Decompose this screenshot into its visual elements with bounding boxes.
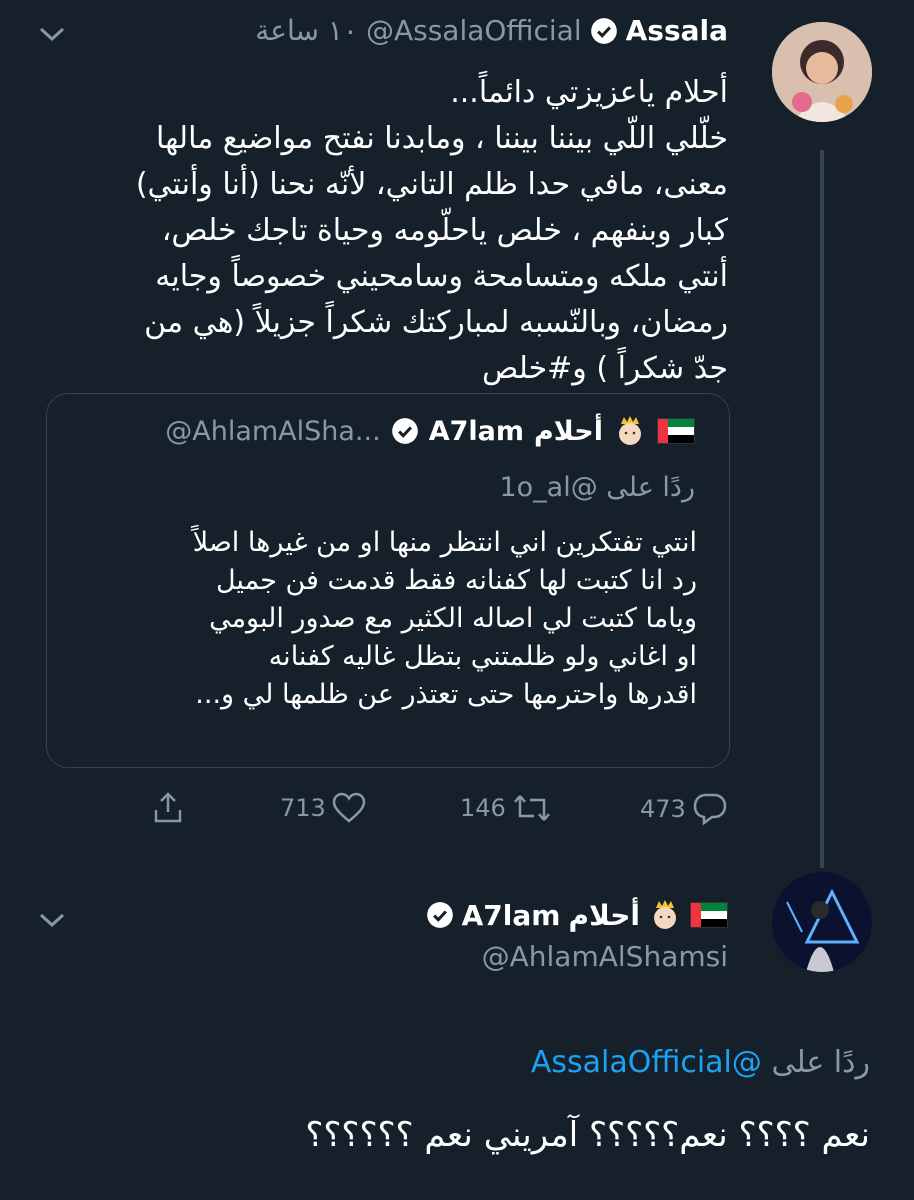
quote-text: انتي تفتكرين اني انتظر منها او من غيرها …	[192, 527, 697, 710]
retweet-count: 146	[460, 794, 506, 822]
reply-prefix: ردًا على	[606, 472, 695, 503]
tweet2-handle[interactable]: @AhlamAlShamsi	[482, 940, 728, 973]
tweet2-reply-context: ردًا على @AssalaOfficial	[531, 1045, 870, 1080]
tweet2-menu-chevron-icon[interactable]	[38, 908, 66, 934]
reply-target-handle[interactable]: @AssalaOfficial	[531, 1045, 762, 1080]
tweet2-author-name-en[interactable]: A7lam	[462, 899, 561, 932]
princess-emoji-icon	[619, 416, 641, 445]
retweet-button[interactable]: 146	[460, 792, 552, 824]
share-icon	[154, 792, 182, 823]
tweet1-text: أحلام ياعزيزتي دائماً... خلّلي اللّي بين…	[135, 75, 728, 386]
tweet1-time[interactable]: ١٠ ساعة	[255, 14, 358, 47]
heart-icon	[332, 792, 366, 823]
tweet2-header: أحلام A7lam	[426, 898, 728, 932]
reply-bubble-icon	[693, 793, 727, 826]
quote-author-name-en: A7lam	[428, 415, 524, 447]
tweet-menu-chevron-icon[interactable]	[38, 22, 66, 48]
retweet-icon	[513, 795, 550, 821]
thread-connector-line	[820, 150, 824, 868]
tweet2-author-name-ar[interactable]: أحلام	[568, 899, 640, 932]
tweet2-text: نعم ؟؟؟؟ نعم؟؟؟؟؟ آمريني نعم ؟؟؟؟؟؟	[305, 1115, 870, 1155]
share-button[interactable]	[150, 790, 186, 826]
princess-emoji-icon	[654, 900, 676, 929]
uae-flag-icon	[657, 418, 695, 444]
reply-button[interactable]: 473	[640, 792, 728, 826]
like-count: 713	[280, 794, 326, 822]
verified-badge-icon	[426, 902, 453, 928]
tweet1-header: Assala @AssalaOfficial ١٠ ساعة	[255, 14, 728, 47]
tweet1-author-name[interactable]: Assala	[626, 14, 728, 47]
assala-avatar[interactable]	[772, 22, 872, 122]
like-button[interactable]: 713	[280, 792, 366, 824]
tweet1-actions: 713 146 473	[140, 790, 740, 830]
reply-target-handle[interactable]: @1o_al	[499, 472, 597, 503]
reply-count: 473	[640, 795, 686, 823]
ahlam-avatar[interactable]	[772, 872, 872, 972]
uae-flag-icon	[690, 902, 728, 928]
quote-author-handle: @AhlamAlSha...	[165, 415, 381, 447]
verified-badge-icon	[590, 17, 617, 44]
tweet1-handle[interactable]: @AssalaOfficial	[366, 14, 582, 47]
quote-header: أحلام A7lam @AhlamAlSha...	[165, 414, 695, 448]
verified-badge-icon	[391, 418, 418, 444]
quote-reply-context: ردًا على @1o_al	[499, 472, 695, 503]
quoted-tweet-card[interactable]: أحلام A7lam @AhlamAlSha... ردًا على @1o_…	[46, 393, 730, 768]
reply-prefix: ردًا على	[771, 1045, 870, 1080]
quote-author-name-ar: أحلام	[533, 415, 603, 447]
